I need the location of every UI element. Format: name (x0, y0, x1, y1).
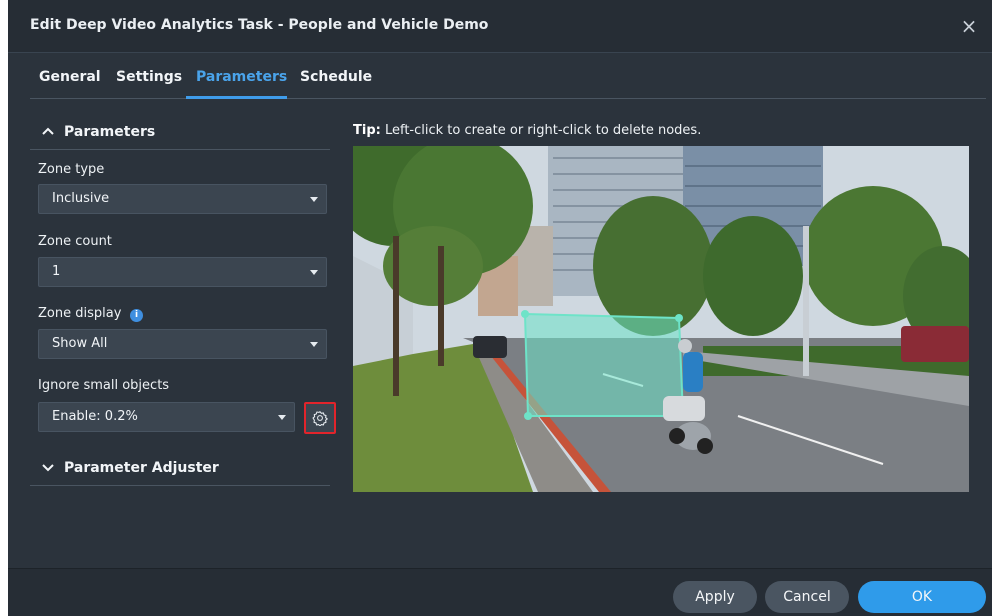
edit-task-dialog: Edit Deep Video Analytics Task - People … (8, 0, 992, 616)
tip-text: Tip: Left-click to create or right-click… (353, 123, 701, 138)
zone-count-label: Zone count (38, 234, 112, 249)
street-scene-image (353, 146, 969, 492)
chevron-up-icon (42, 127, 54, 135)
zone-type-value: Inclusive (52, 191, 110, 206)
car (473, 336, 507, 358)
zone-node[interactable] (521, 310, 529, 318)
zone-type-label: Zone type (38, 162, 105, 177)
parameters-panel: Parameters Zone type Inclusive Zone coun… (30, 112, 336, 486)
ignore-small-objects-settings-button[interactable] (304, 402, 336, 434)
ignore-small-objects-label: Ignore small objects (38, 378, 170, 393)
zone-display-value: Show All (52, 336, 108, 351)
zone-type-select[interactable]: Inclusive (38, 184, 327, 214)
dropdown-caret-icon (310, 197, 318, 202)
footer-bar: Apply Cancel OK (8, 568, 992, 616)
tab-bar: General Settings Parameters Schedule (30, 57, 986, 99)
parameters-section-header[interactable]: Parameters (30, 119, 330, 150)
zone-count-select[interactable]: 1 (38, 257, 327, 287)
ignore-small-objects-select[interactable]: Enable: 0.2% (38, 402, 295, 432)
close-icon[interactable]: × (956, 12, 982, 40)
dropdown-caret-icon (310, 342, 318, 347)
gear-icon (312, 411, 328, 426)
title-bar: Edit Deep Video Analytics Task - People … (8, 0, 992, 53)
tab-parameters[interactable]: Parameters (196, 69, 287, 85)
tab-settings[interactable]: Settings (116, 69, 182, 85)
active-tab-indicator (186, 96, 287, 99)
dialog-title: Edit Deep Video Analytics Task - People … (30, 17, 489, 33)
divider (30, 485, 330, 486)
detection-zone-polygon[interactable] (523, 312, 685, 417)
camera-preview[interactable] (353, 146, 969, 492)
tab-schedule[interactable]: Schedule (300, 69, 372, 85)
van (901, 326, 969, 362)
zone-display-select[interactable]: Show All (38, 329, 327, 359)
info-icon[interactable]: i (130, 309, 143, 322)
zone-count-value: 1 (52, 264, 61, 279)
cancel-button[interactable]: Cancel (765, 581, 849, 613)
zone-display-label: Zone display (38, 306, 122, 321)
ignore-small-objects-value: Enable: 0.2% (52, 409, 138, 424)
parameters-section-label: Parameters (64, 124, 156, 140)
tip-prefix: Tip: (353, 123, 381, 138)
parameter-adjuster-label: Parameter Adjuster (64, 460, 219, 476)
dropdown-caret-icon (278, 415, 286, 420)
ok-button[interactable]: OK (858, 581, 986, 613)
zone-node[interactable] (675, 314, 683, 322)
apply-button[interactable]: Apply (673, 581, 757, 613)
tab-general[interactable]: General (39, 69, 101, 85)
chevron-down-icon (42, 464, 54, 472)
parameter-adjuster-section-header[interactable]: Parameter Adjuster (30, 455, 330, 486)
zone-node[interactable] (524, 412, 532, 420)
divider (30, 149, 330, 150)
tip-body: Left-click to create or right-click to d… (380, 123, 702, 138)
dropdown-caret-icon (310, 270, 318, 275)
